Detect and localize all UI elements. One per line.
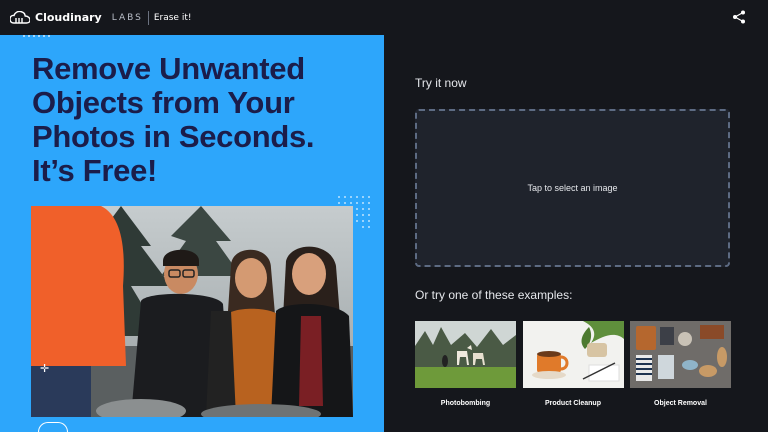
- plus-marker-icon: ✛: [40, 362, 50, 375]
- share-icon[interactable]: [732, 10, 746, 24]
- headline-line-2: Objects from Your: [32, 85, 295, 120]
- headline-line-1: Remove Unwanted: [32, 51, 305, 86]
- image-dropzone[interactable]: Tap to select an image: [415, 109, 730, 267]
- example-label-photobombing: Photobombing: [440, 400, 491, 407]
- decorative-dots-top: [23, 35, 50, 37]
- example-photobombing[interactable]: Photobombing: [415, 321, 516, 407]
- try-now-label: Try it now: [415, 76, 467, 90]
- labs-label: LABS: [111, 12, 143, 23]
- hero-panel: Remove Unwanted Objects from Your Photos…: [0, 35, 384, 432]
- field-horses-photo: [415, 321, 516, 388]
- cloudinary-logo-icon: [10, 11, 30, 24]
- example-label-product-cleanup: Product Cleanup: [544, 400, 601, 407]
- brand-name: Cloudinary: [35, 11, 102, 24]
- dropzone-label: Tap to select an image: [527, 183, 618, 193]
- mouse-icon: [38, 422, 68, 432]
- example-product-cleanup[interactable]: Product Cleanup: [522, 321, 624, 407]
- examples-list: Photobombing Product Cleanup Object Remo…: [415, 321, 731, 407]
- product-name: Erase it!: [153, 12, 192, 23]
- example-label-object-removal: Object Removal: [654, 400, 707, 407]
- headline-line-3: Photos in Seconds.: [32, 119, 315, 154]
- header-divider: [147, 10, 149, 25]
- upload-panel: Try it now Tap to select an image Or try…: [384, 35, 768, 432]
- coffee-mug-plant-photo: [522, 321, 624, 388]
- logo[interactable]: Cloudinary LABS: [10, 11, 143, 24]
- headline-line-4: It’s Free!: [32, 153, 158, 188]
- examples-heading: Or try one of these examples:: [415, 288, 573, 302]
- hero-photo: [31, 206, 353, 417]
- hero-headline: Remove Unwanted Objects from Your Photos…: [32, 52, 372, 188]
- flat-lay-items-photo: [630, 321, 731, 388]
- example-object-removal[interactable]: Object Removal: [630, 321, 731, 407]
- top-bar: Cloudinary LABS Erase it!: [0, 0, 768, 35]
